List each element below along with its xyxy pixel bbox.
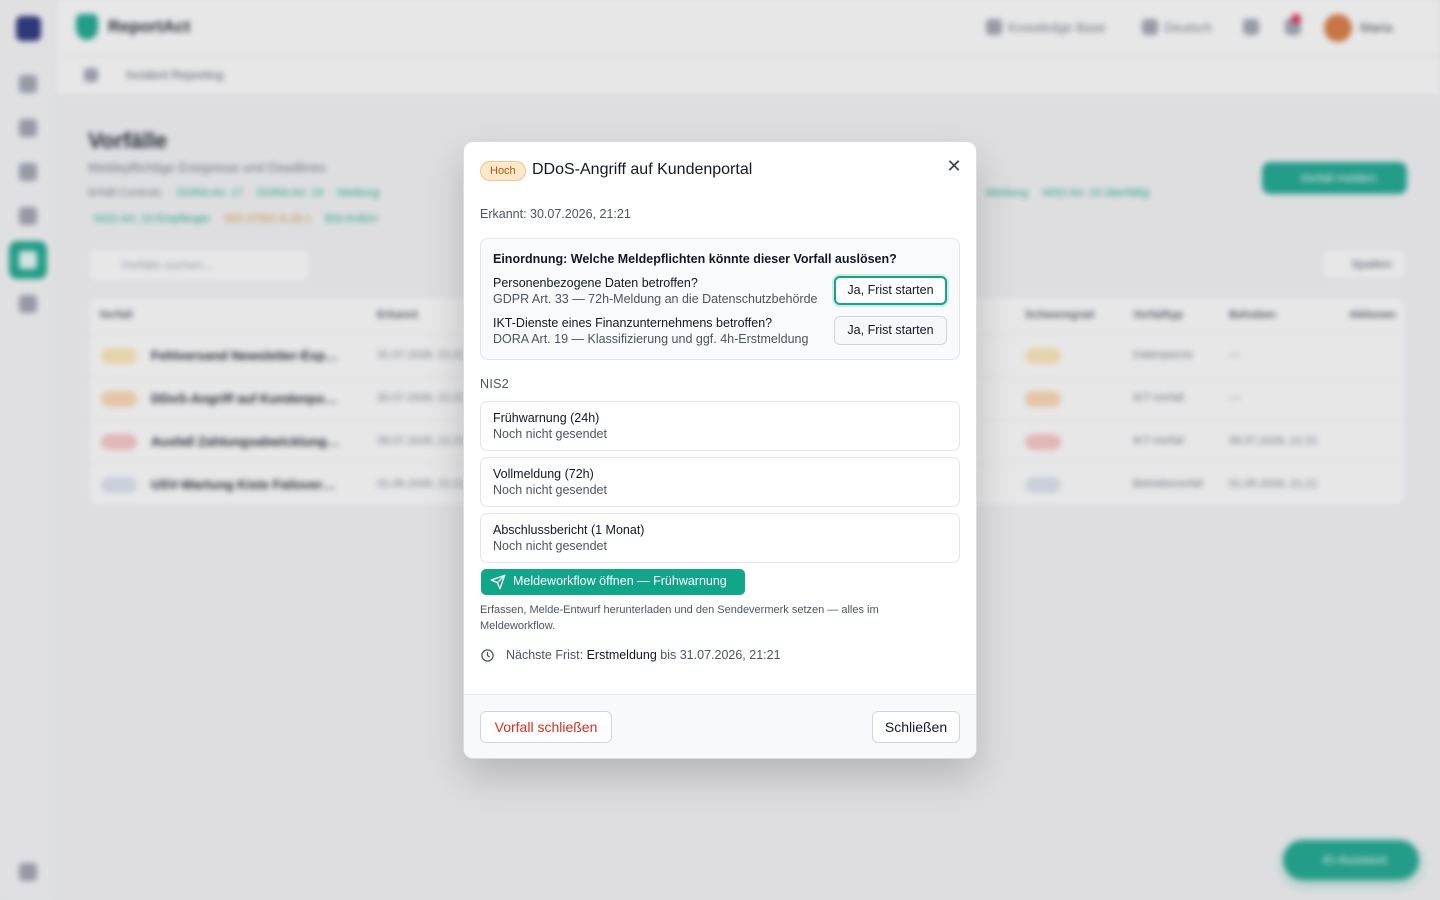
gdpr-hint: GDPR Art. 33 — 72h-Meldung an die Datens… xyxy=(493,292,818,306)
step-status: Noch nicht gesendet xyxy=(493,539,607,553)
nis2-step-full-report[interactable]: Vollmeldung (72h) Noch nicht gesendet xyxy=(480,457,960,507)
modal-title: DDoS-Angriff auf Kundenportal xyxy=(532,161,753,178)
nis2-step-final-report[interactable]: Abschlussbericht (1 Monat) Noch nicht ge… xyxy=(480,513,960,563)
nis2-section-label: NIS2 xyxy=(480,377,509,391)
detected-timestamp: Erkannt: 30.07.2026, 21:21 xyxy=(480,207,631,221)
clock-icon xyxy=(481,649,494,662)
deadline-prefix: Nächste Frist: xyxy=(506,648,584,662)
classification-question: Einordnung: Welche Meldepflichten könnte… xyxy=(493,252,897,266)
dora-hint: DORA Art. 19 — Klassifizierung und ggf. … xyxy=(493,332,809,346)
classification-panel: Einordnung: Welche Meldepflichten könnte… xyxy=(480,238,960,360)
workflow-note: Erfassen, Melde-Entwurf herunterladen un… xyxy=(480,604,879,632)
severity-badge: Hoch xyxy=(480,161,526,181)
send-icon xyxy=(490,574,506,590)
gdpr-question: Personenbezogene Daten betroffen? xyxy=(493,276,698,290)
step-title: Frühwarnung (24h) xyxy=(493,411,600,425)
modal-footer: Vorfall schließen Schließen xyxy=(464,694,976,758)
open-workflow-button[interactable]: Meldeworkflow öffnen — Frühwarnung xyxy=(481,569,745,595)
workflow-button-label: Meldeworkflow öffnen — Frühwarnung xyxy=(513,574,727,588)
gdpr-start-deadline-button[interactable]: Ja, Frist starten xyxy=(834,276,947,305)
dora-question: IKT-Dienste eines Finanzunternehmens bet… xyxy=(493,316,773,330)
step-title: Vollmeldung (72h) xyxy=(493,467,594,481)
deadline-date: 31.07.2026, 21:21 xyxy=(679,648,781,662)
dismiss-modal-button[interactable]: Schließen xyxy=(872,711,960,743)
dora-start-deadline-button[interactable]: Ja, Frist starten xyxy=(834,316,947,345)
deadline-middle: bis xyxy=(660,648,677,662)
close-icon[interactable]: ✕ xyxy=(942,154,966,178)
deadline-name: Erstmeldung xyxy=(586,648,657,662)
incident-detail-modal: Hoch DDoS-Angriff auf Kundenportal ✕ Erk… xyxy=(463,141,977,759)
close-incident-button[interactable]: Vorfall schließen xyxy=(480,711,612,743)
step-status: Noch nicht gesendet xyxy=(493,427,607,441)
step-title: Abschlussbericht (1 Monat) xyxy=(493,523,645,537)
step-status: Noch nicht gesendet xyxy=(493,483,607,497)
nis2-step-early-warning[interactable]: Frühwarnung (24h) Noch nicht gesendet xyxy=(480,401,960,451)
